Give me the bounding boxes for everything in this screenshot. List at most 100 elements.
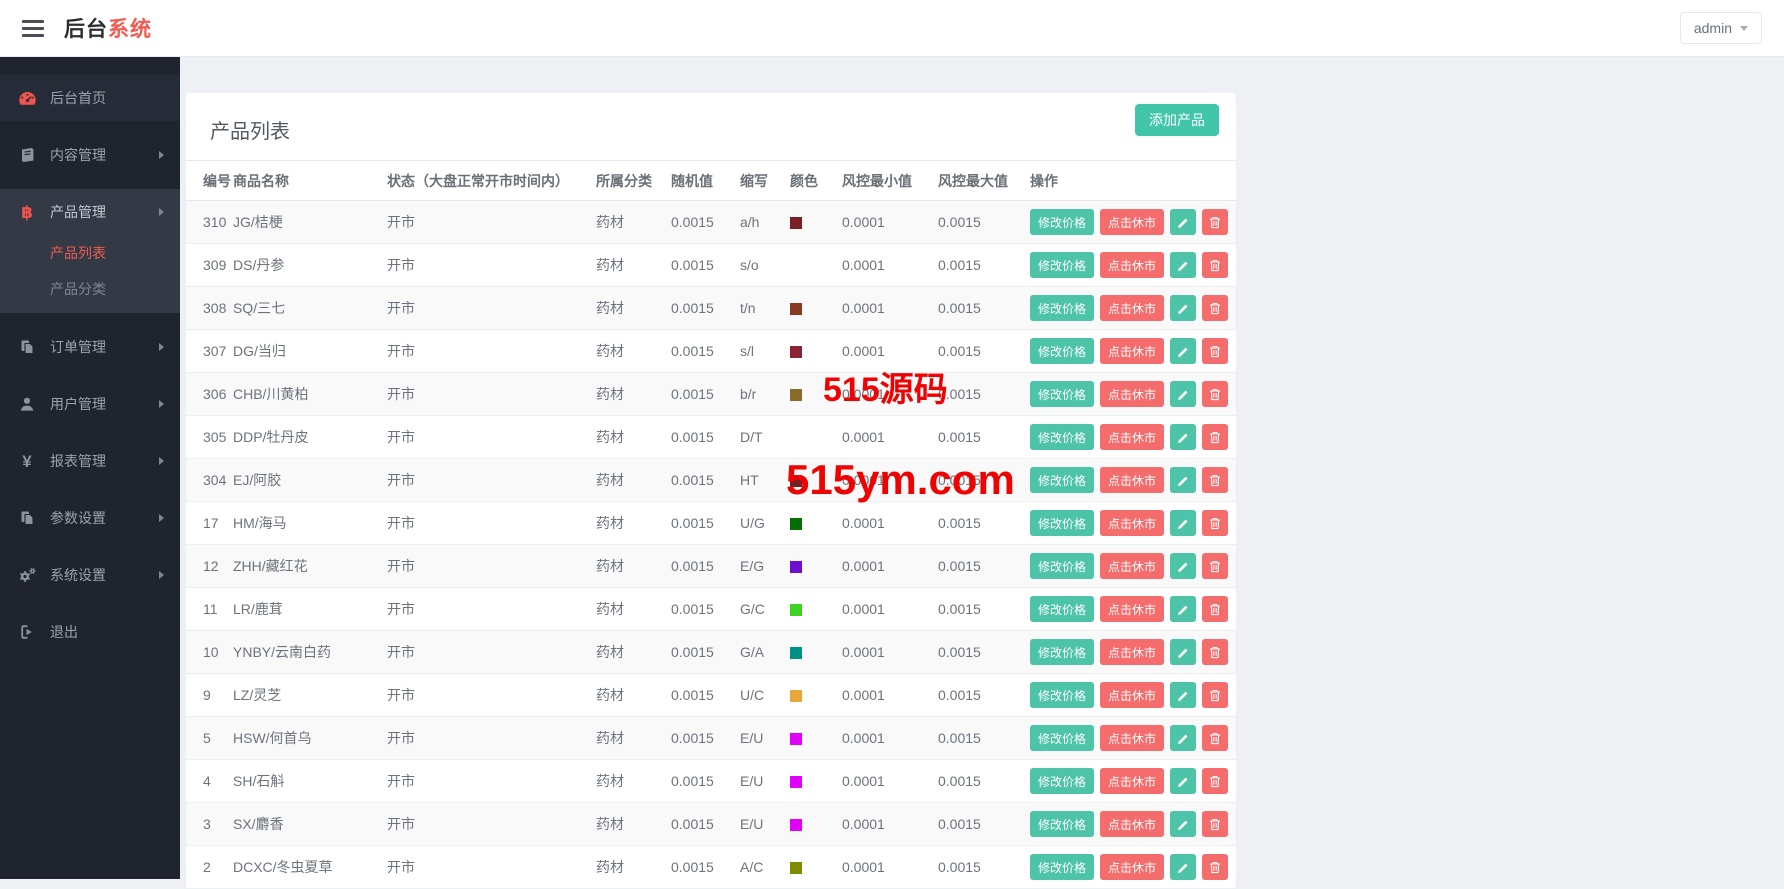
sidebar-item-users[interactable]: 用户管理 bbox=[0, 381, 180, 427]
sidebar-item-system[interactable]: 系统设置 bbox=[0, 552, 180, 598]
edit-button[interactable] bbox=[1170, 252, 1197, 278]
edit-button[interactable] bbox=[1170, 725, 1197, 751]
close-market-button[interactable]: 点击休市 bbox=[1100, 639, 1165, 665]
edit-button[interactable] bbox=[1170, 596, 1197, 622]
edit-button[interactable] bbox=[1170, 768, 1197, 794]
pencil-icon bbox=[1177, 347, 1188, 357]
status-cell: 开市 bbox=[387, 343, 415, 359]
edit-price-button[interactable]: 修改价格 bbox=[1030, 682, 1095, 708]
close-market-button[interactable]: 点击休市 bbox=[1100, 252, 1165, 278]
edit-price-button[interactable]: 修改价格 bbox=[1030, 510, 1095, 536]
delete-button[interactable] bbox=[1202, 467, 1229, 493]
sidebar-item-dashboard[interactable]: 后台首页 bbox=[0, 75, 180, 121]
close-market-button[interactable]: 点击休市 bbox=[1100, 295, 1165, 321]
close-market-button[interactable]: 点击休市 bbox=[1100, 725, 1165, 751]
color-swatch bbox=[790, 604, 802, 617]
close-market-button[interactable]: 点击休市 bbox=[1100, 381, 1165, 407]
delete-button[interactable] bbox=[1202, 596, 1229, 622]
edit-price-button[interactable]: 修改价格 bbox=[1030, 639, 1095, 665]
risk-max-cell: 0.0015 bbox=[938, 386, 981, 402]
abbr-cell: b/r bbox=[740, 386, 757, 402]
edit-button[interactable] bbox=[1170, 424, 1197, 450]
user-dropdown[interactable]: admin bbox=[1679, 12, 1762, 44]
sidebar-item-reports[interactable]: ¥ 报表管理 bbox=[0, 438, 180, 484]
close-market-button[interactable]: 点击休市 bbox=[1100, 854, 1165, 880]
edit-button[interactable] bbox=[1170, 381, 1197, 407]
edit-button[interactable] bbox=[1170, 510, 1197, 536]
delete-button[interactable] bbox=[1202, 854, 1229, 880]
abbr-cell: s/o bbox=[740, 257, 759, 273]
edit-button[interactable] bbox=[1170, 682, 1197, 708]
product-id-cell: 2 bbox=[203, 859, 211, 875]
edit-price-button[interactable]: 修改价格 bbox=[1030, 596, 1095, 622]
sidebar-item-product[interactable]: ฿ 产品管理 bbox=[0, 189, 180, 235]
edit-price-button[interactable]: 修改价格 bbox=[1030, 295, 1095, 321]
edit-price-button[interactable]: 修改价格 bbox=[1030, 854, 1095, 880]
close-market-button[interactable]: 点击休市 bbox=[1100, 467, 1165, 493]
edit-price-button[interactable]: 修改价格 bbox=[1030, 338, 1095, 364]
edit-button[interactable] bbox=[1170, 209, 1197, 235]
edit-button[interactable] bbox=[1170, 854, 1197, 880]
delete-button[interactable] bbox=[1202, 295, 1229, 321]
column-header: 所属分类 bbox=[596, 172, 652, 189]
edit-button[interactable] bbox=[1170, 811, 1197, 837]
column-header: 编号 bbox=[203, 172, 231, 189]
sidebar-subitem-product-list[interactable]: 产品列表 bbox=[0, 235, 180, 271]
sidebar-item-content[interactable]: 内容管理 bbox=[0, 132, 180, 178]
sidebar-item-logout[interactable]: 退出 bbox=[0, 609, 180, 655]
risk-min-cell: 0.0001 bbox=[842, 429, 885, 445]
close-market-button[interactable]: 点击休市 bbox=[1100, 768, 1165, 794]
close-market-button[interactable]: 点击休市 bbox=[1100, 553, 1165, 579]
edit-button[interactable] bbox=[1170, 639, 1197, 665]
edit-price-button[interactable]: 修改价格 bbox=[1030, 725, 1095, 751]
color-cell bbox=[790, 373, 842, 416]
abbr-cell: a/h bbox=[740, 214, 760, 230]
edit-price-button[interactable]: 修改价格 bbox=[1030, 381, 1095, 407]
product-id-cell: 305 bbox=[203, 429, 227, 445]
delete-button[interactable] bbox=[1202, 682, 1229, 708]
edit-price-button[interactable]: 修改价格 bbox=[1030, 209, 1095, 235]
menu-toggle-icon[interactable] bbox=[22, 19, 44, 37]
close-market-button[interactable]: 点击休市 bbox=[1100, 424, 1165, 450]
edit-price-button[interactable]: 修改价格 bbox=[1030, 768, 1095, 794]
delete-button[interactable] bbox=[1202, 725, 1229, 751]
delete-button[interactable] bbox=[1202, 553, 1229, 579]
delete-button[interactable] bbox=[1202, 639, 1229, 665]
product-name-cell: HSW/何首乌 bbox=[233, 730, 312, 746]
edit-price-button[interactable]: 修改价格 bbox=[1030, 467, 1095, 493]
close-market-button[interactable]: 点击休市 bbox=[1100, 209, 1165, 235]
delete-button[interactable] bbox=[1202, 252, 1229, 278]
edit-price-button[interactable]: 修改价格 bbox=[1030, 811, 1095, 837]
risk-max-cell: 0.0015 bbox=[938, 644, 981, 660]
delete-button[interactable] bbox=[1202, 209, 1229, 235]
column-header: 操作 bbox=[1030, 172, 1058, 189]
category-cell: 药材 bbox=[596, 644, 624, 660]
delete-button[interactable] bbox=[1202, 381, 1229, 407]
close-market-button[interactable]: 点击休市 bbox=[1100, 338, 1165, 364]
edit-button[interactable] bbox=[1170, 338, 1197, 364]
sidebar-subitem-product-category[interactable]: 产品分类 bbox=[0, 271, 180, 307]
color-cell bbox=[790, 330, 842, 373]
sidebar-item-orders[interactable]: 订单管理 bbox=[0, 324, 180, 370]
close-market-button[interactable]: 点击休市 bbox=[1100, 596, 1165, 622]
edit-button[interactable] bbox=[1170, 295, 1197, 321]
edit-button[interactable] bbox=[1170, 553, 1197, 579]
delete-button[interactable] bbox=[1202, 768, 1229, 794]
close-market-button[interactable]: 点击休市 bbox=[1100, 811, 1165, 837]
color-swatch bbox=[790, 862, 802, 875]
delete-button[interactable] bbox=[1202, 811, 1229, 837]
actions-cell: 修改价格 点击休市 bbox=[1030, 244, 1236, 287]
delete-button[interactable] bbox=[1202, 510, 1229, 536]
chevron-right-icon bbox=[159, 343, 164, 351]
edit-button[interactable] bbox=[1170, 467, 1197, 493]
close-market-button[interactable]: 点击休市 bbox=[1100, 510, 1165, 536]
edit-price-button[interactable]: 修改价格 bbox=[1030, 553, 1095, 579]
sidebar-item-params[interactable]: 参数设置 bbox=[0, 495, 180, 541]
delete-button[interactable] bbox=[1202, 338, 1229, 364]
add-product-button[interactable]: 添加产品 bbox=[1135, 104, 1219, 136]
edit-price-button[interactable]: 修改价格 bbox=[1030, 252, 1095, 278]
table-row: 306 CHB/川黄柏 开市 药材 0.0015 b/r 0.0001 0.0015 修改价格点… bbox=[186, 372, 1236, 416]
close-market-button[interactable]: 点击休市 bbox=[1100, 682, 1165, 708]
delete-button[interactable] bbox=[1202, 424, 1229, 450]
edit-price-button[interactable]: 修改价格 bbox=[1030, 424, 1095, 450]
